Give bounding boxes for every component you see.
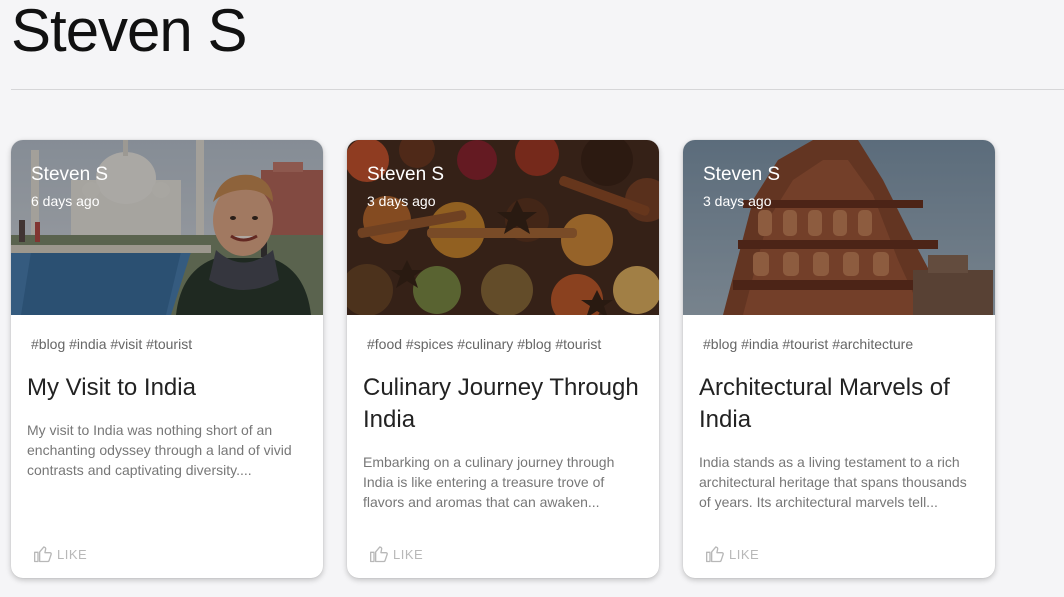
post-title[interactable]: Culinary Journey Through India [363, 372, 643, 436]
taj-mahal-photo[interactable]: Steven S 6 days ago [11, 140, 323, 315]
post-excerpt: My visit to India was nothing short of a… [27, 422, 292, 478]
post-date: 3 days ago [703, 193, 772, 209]
post-date: 6 days ago [31, 193, 100, 209]
post-title[interactable]: My Visit to India [27, 372, 307, 404]
post-date: 3 days ago [367, 193, 436, 209]
like-button[interactable]: LIKE [369, 544, 423, 564]
thumb-up-icon [706, 546, 724, 563]
page-title: Steven S [11, 0, 247, 64]
post-excerpt: India stands as a living testament to a … [699, 454, 967, 510]
like-label: LIKE [729, 546, 760, 562]
divider [11, 89, 1064, 90]
minaret-photo[interactable]: Steven S 3 days ago [683, 140, 995, 315]
post-excerpt: Embarking on a culinary journey through … [363, 454, 615, 510]
thumb-up-icon [370, 546, 388, 563]
post-author: Steven S [367, 164, 445, 185]
like-button[interactable]: LIKE [33, 544, 87, 564]
like-label: LIKE [393, 546, 424, 562]
spices-photo[interactable]: Steven S 3 days ago [347, 140, 659, 315]
like-button[interactable]: LIKE [705, 544, 759, 564]
post-card[interactable]: Steven S 3 days ago #blog #india #touris… [683, 140, 995, 578]
profile-page: Steven S Steven S 6 days ago #blog #indi… [0, 0, 1064, 597]
post-tags[interactable]: #blog #india #tourist #architecture [699, 336, 979, 352]
post-card[interactable]: Steven S 6 days ago #blog #india #visit … [11, 140, 323, 578]
post-author: Steven S [703, 164, 781, 185]
thumb-up-icon [34, 546, 52, 563]
post-card[interactable]: Steven S 3 days ago #food #spices #culin… [347, 140, 659, 578]
post-tags[interactable]: #food #spices #culinary #blog #tourist [363, 336, 643, 352]
like-label: LIKE [57, 546, 88, 562]
post-card-list: Steven S 6 days ago #blog #india #visit … [11, 140, 995, 578]
post-tags[interactable]: #blog #india #visit #tourist [27, 336, 307, 352]
post-author: Steven S [31, 164, 109, 185]
post-title[interactable]: Architectural Marvels of India [699, 372, 979, 436]
